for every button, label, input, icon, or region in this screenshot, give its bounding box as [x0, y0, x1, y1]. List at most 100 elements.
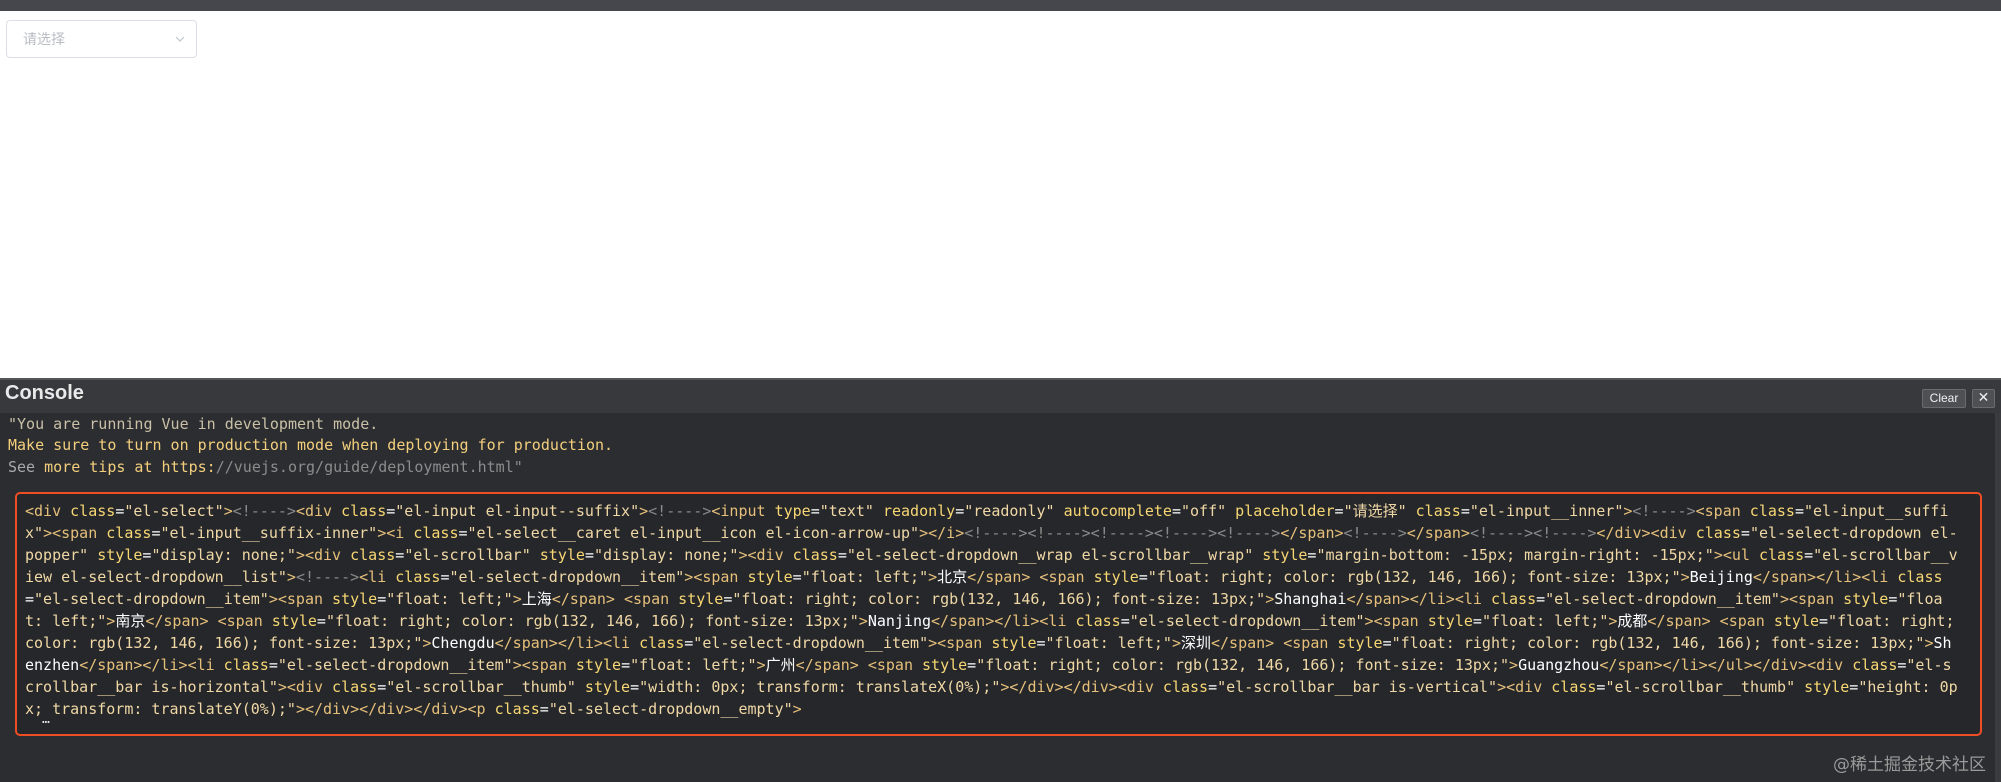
code-token: 深圳 — [1180, 634, 1211, 652]
code-token: <!----> — [295, 568, 360, 586]
code-token: <span — [277, 590, 324, 608]
code-token: "float: right; color: rgb(132, 146, 166)… — [732, 590, 1266, 608]
code-token: </span> — [967, 568, 1031, 586]
code-token: </span> — [795, 656, 859, 674]
code-token: = — [377, 590, 387, 608]
code-token: "el-scrollbar__thumb" — [1605, 678, 1796, 696]
code-token: > — [919, 524, 929, 542]
code-token: placeholder — [1226, 502, 1335, 520]
code-token: "el-select__caret el-input__icon el-icon… — [467, 524, 920, 542]
code-token: style — [323, 590, 378, 608]
code-token: > — [1171, 634, 1181, 652]
code-token: </div> — [1063, 678, 1118, 696]
code-token: "el-input el-input--suffix" — [395, 502, 640, 520]
code-token: = — [539, 700, 549, 718]
code-token: "el-select-dropdown__item" — [449, 568, 685, 586]
code-token: = — [25, 590, 35, 608]
code-token: = — [1804, 546, 1814, 564]
log-link[interactable]: //vuejs.org/guide/deployment.html" — [216, 458, 523, 476]
code-token: = — [1138, 568, 1148, 586]
code-token: </li> — [1409, 590, 1455, 608]
log-text: See — [8, 458, 45, 476]
code-token: = — [584, 546, 594, 564]
code-token: "float: left;" — [630, 656, 757, 674]
city-select[interactable]: 请选择 — [6, 20, 197, 58]
top-toolbar — [0, 0, 2001, 11]
code-token: <li — [1039, 612, 1067, 630]
code-token: "el-scrollbar" — [404, 546, 531, 564]
code-token: </div> — [359, 700, 414, 718]
code-token: > — [1265, 590, 1275, 608]
code-token: <span — [1373, 612, 1419, 630]
code-token: > — [43, 524, 53, 542]
console-title: Console — [5, 382, 84, 404]
code-token: = — [386, 502, 396, 520]
console-panel: Console Clear ✕ "You are running Vue in … — [0, 378, 2001, 782]
code-token: autocomplete — [1054, 502, 1172, 520]
code-token: </li> — [142, 656, 188, 674]
code-token: = — [395, 546, 405, 564]
code-token: 南京 — [115, 612, 146, 630]
code-token: class — [1843, 656, 1898, 674]
code-token: = — [1819, 612, 1829, 630]
highlighted-output-box: <div class="el-select"><!----><div class… — [15, 492, 1982, 736]
code-token: </ul> — [1707, 656, 1753, 674]
code-token: "float: left;" — [386, 590, 513, 608]
code-token: class — [485, 700, 540, 718]
code-token: > — [1779, 590, 1789, 608]
code-token: "请选择" — [1343, 502, 1407, 520]
console-scrollbar[interactable] — [1995, 413, 2001, 782]
code-token: <span — [521, 656, 567, 674]
code-token: style — [88, 546, 143, 564]
code-token: <div — [304, 546, 342, 564]
code-token: <span — [937, 634, 983, 652]
code-token: = — [1036, 634, 1046, 652]
code-token: = — [837, 546, 847, 564]
code-token: style — [669, 590, 724, 608]
code-token: = — [377, 678, 387, 696]
close-icon[interactable]: ✕ — [1972, 389, 1995, 408]
code-token: Beijing — [1689, 568, 1753, 586]
code-token: <input — [711, 502, 766, 520]
chevron-down-icon — [175, 36, 185, 42]
code-token: > — [512, 656, 522, 674]
code-token: </span> — [1752, 568, 1817, 586]
code-token: class — [97, 524, 152, 542]
code-token: "el-select-dropdown__empty" — [548, 700, 793, 718]
code-token: style — [530, 546, 585, 564]
code-token: </div> — [304, 700, 360, 718]
code-token: "el-select" — [124, 502, 224, 520]
code-token: <div — [1117, 678, 1154, 696]
code-token: Guangzhou — [1518, 656, 1600, 674]
code-token: </li> — [994, 612, 1040, 630]
code-token: style — [1084, 568, 1139, 586]
code-token: <div — [1650, 524, 1687, 542]
code-token: <span — [623, 590, 670, 608]
code-token: <div — [1506, 678, 1543, 696]
console-body: "You are running Vue in development mode… — [0, 413, 1995, 782]
code-token: > — [1713, 546, 1723, 564]
clear-button[interactable]: Clear — [1922, 389, 1966, 408]
code-token: "margin-bottom: -15px; margin-right: -15… — [1316, 546, 1714, 564]
code-token: class — [1153, 678, 1209, 696]
code-token: class — [386, 568, 441, 586]
code-token: = — [621, 656, 631, 674]
watermark: @稀土掘金技术社区 — [1833, 755, 1986, 775]
code-token: class — [332, 502, 387, 520]
code-token: > — [223, 502, 233, 520]
code-token: "float: right; color: rgb(132, 146, 166)… — [976, 656, 1510, 674]
code-token: > — [792, 700, 802, 718]
code-token: <!----> — [1343, 524, 1407, 542]
code-token: <!----> — [648, 502, 712, 520]
code-token: style — [982, 634, 1037, 652]
code-token: style — [1328, 634, 1383, 652]
code-token: = — [967, 656, 977, 674]
code-token: <div — [295, 502, 333, 520]
code-token: style — [575, 678, 631, 696]
code-token: = — [1740, 524, 1750, 542]
code-token: "el-select-dropdown__item" — [34, 590, 269, 608]
code-token: style — [566, 656, 622, 674]
code-token: <!----> — [1632, 502, 1696, 520]
code-token: = — [1472, 612, 1482, 630]
